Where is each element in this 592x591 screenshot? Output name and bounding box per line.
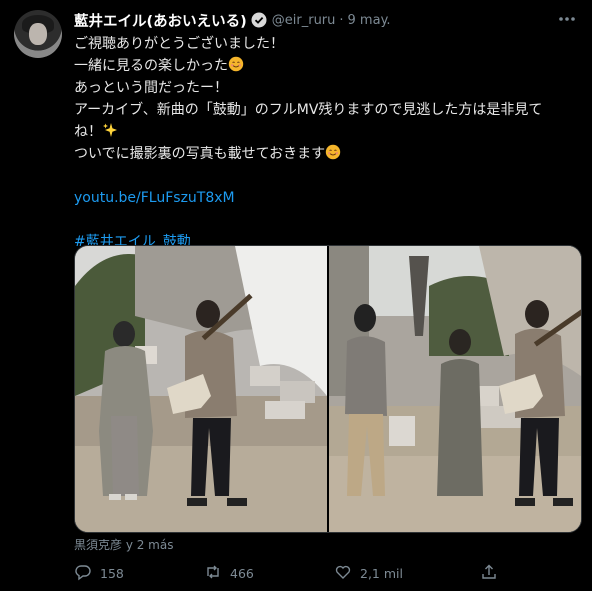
sparkles-emoji: [102, 122, 118, 138]
author-name[interactable]: 藍井エイル(あおいえいる): [74, 10, 247, 31]
smiling-face-emoji: [325, 144, 341, 160]
action-bar: 158 466 2,1 mil: [74, 562, 514, 584]
tweet-media: [74, 245, 582, 533]
tweet-header: 藍井エイル(あおいえいる) @eir_ruru · 9 may.: [74, 10, 391, 30]
photo-2[interactable]: [329, 246, 581, 532]
tweet-date[interactable]: 9 may.: [348, 13, 391, 28]
share-button[interactable]: [480, 563, 506, 584]
more-options-icon[interactable]: [556, 8, 578, 30]
tweet-line-2: 一緒に見るの楽しかった: [74, 58, 228, 74]
avatar-face: [29, 23, 47, 45]
retweet-icon: [204, 563, 230, 584]
tweet-line-5: ね！: [74, 124, 102, 140]
author-handle[interactable]: @eir_ruru: [272, 13, 336, 28]
like-button[interactable]: 2,1 mil: [334, 563, 403, 584]
tweet-line-6: ついでに撮影裏の写真も載せておきます: [74, 146, 326, 162]
reply-button[interactable]: 158: [74, 563, 124, 584]
like-icon: [334, 563, 360, 584]
tweet-line-1: ご視聴ありがとうございました！: [74, 36, 284, 52]
tweet-line-3: あっという間だったー！: [74, 80, 228, 96]
author-avatar[interactable]: [14, 10, 62, 58]
photo-1[interactable]: [75, 246, 327, 532]
verified-badge-icon: [251, 12, 267, 28]
retweet-button[interactable]: 466: [204, 563, 254, 584]
tagged-people[interactable]: 黒須克彦 y 2 más: [74, 536, 173, 553]
tweet-text: ご視聴ありがとうございました！ 一緒に見るの楽しかった あっという間だったー！ …: [74, 33, 580, 253]
youtube-link[interactable]: youtu.be/FLuFszuT8xM: [74, 190, 235, 206]
retweet-count: 466: [230, 565, 254, 581]
smiling-face-emoji: [228, 56, 244, 72]
reply-count: 158: [100, 565, 124, 581]
reply-icon: [74, 563, 100, 584]
share-icon: [480, 563, 506, 584]
header-separator: ·: [339, 12, 344, 28]
tweet-line-4: アーカイブ、新曲の「鼓動」のフルMV残りますので見逃した方は是非見て: [74, 102, 543, 118]
like-count: 2,1 mil: [360, 565, 403, 581]
